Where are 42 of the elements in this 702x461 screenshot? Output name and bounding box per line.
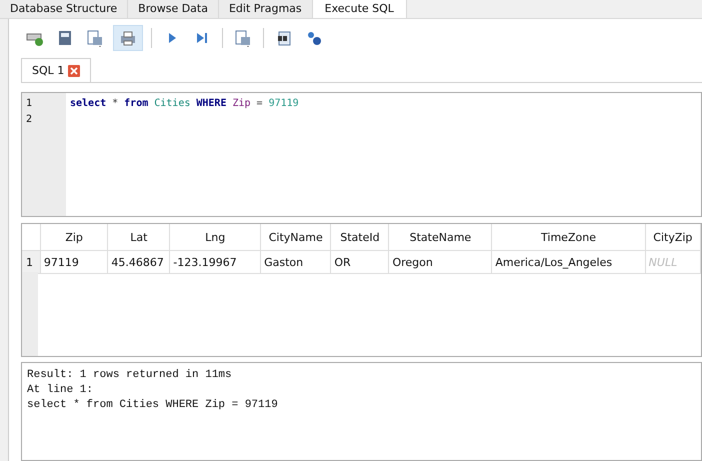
sql-editor[interactable]: 1 2 select * from Cities WHERE Zip = 97119 [21, 92, 702, 217]
message-line: Result: 1 rows returned in 11ms [27, 368, 233, 383]
line-number: 1 [25, 97, 34, 111]
code-token: = [256, 97, 263, 111]
tab-label: SQL 1 [32, 64, 64, 77]
line-number: 2 [25, 113, 34, 127]
print-button[interactable] [113, 25, 143, 51]
message-line: At line 1: [27, 383, 94, 398]
code-token: Zip [232, 97, 251, 111]
editor-tab[interactable]: SQL 1 [21, 58, 92, 82]
column-header[interactable]: CityName [260, 224, 331, 250]
table-cell: OR [330, 250, 389, 274]
column-header[interactable]: StateName [388, 224, 492, 250]
message-line: select * from Cities WHERE Zip = 97119 [27, 398, 279, 413]
column-header[interactable]: Lng [170, 224, 261, 250]
code-token: select [70, 97, 106, 111]
code-token: 97119 [268, 97, 299, 111]
tab[interactable]: Database Structure [0, 0, 128, 18]
table-cell: NULL [645, 250, 700, 274]
code-token: * [112, 97, 118, 111]
document-icon [86, 29, 104, 47]
tab[interactable]: Execute SQL [312, 0, 407, 18]
table-cell: Oregon [388, 250, 492, 274]
table-cell: 97119 [40, 250, 108, 274]
table-cell: America/Los_Angeles [492, 250, 646, 274]
close-icon[interactable] [68, 64, 80, 76]
column-header[interactable]: StateId [330, 224, 389, 250]
code-token: from [124, 97, 148, 111]
column-header[interactable]: CityZip [645, 224, 700, 250]
column-header[interactable]: Zip [40, 224, 108, 250]
table-cell: Gaston [260, 250, 331, 274]
code-token: WHERE [196, 97, 226, 111]
table-cell: 45.46867 [108, 250, 170, 274]
code-token: Cities [154, 97, 190, 111]
tab[interactable]: Browse Data [128, 0, 219, 18]
row-header[interactable]: 1 [22, 250, 40, 274]
column-header[interactable]: TimeZone [492, 224, 646, 250]
column-header[interactable]: Lat [108, 224, 170, 250]
table-cell: -123.19967 [170, 250, 261, 274]
printer-icon [119, 29, 137, 47]
tab[interactable]: Edit Pragmas [218, 0, 313, 18]
document-icon [234, 29, 252, 47]
